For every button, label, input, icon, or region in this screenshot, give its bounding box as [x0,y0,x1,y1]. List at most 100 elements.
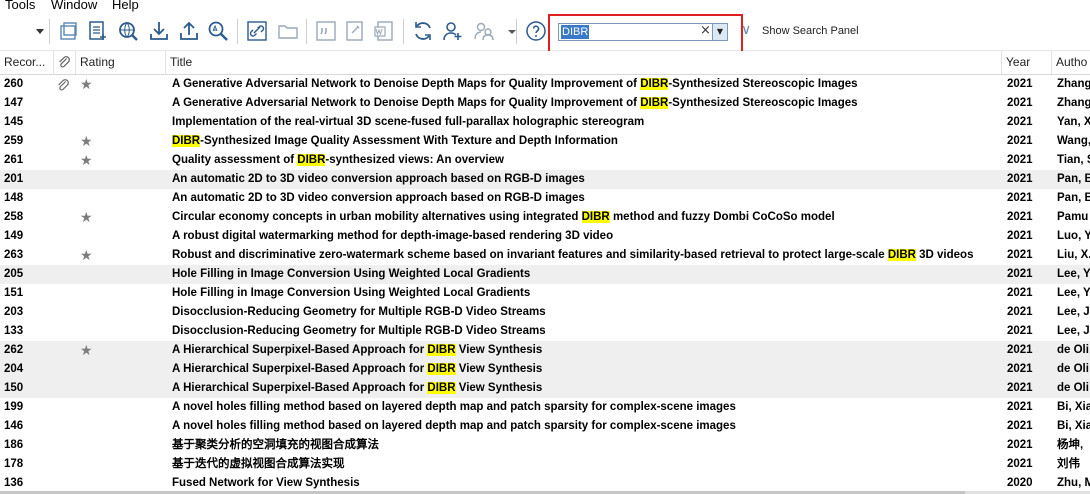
reference-row[interactable]: 205 Hole Filling in Image Conversion Usin… [0,265,1090,284]
quick-search-box[interactable]: DIBR × ▼ [558,23,728,41]
reference-author: Bi, Xia [1057,420,1090,432]
menu-tools[interactable]: Tools [5,0,35,12]
search-term-highlight: DIBR [297,154,326,166]
reference-year: 2021 [1007,116,1033,128]
rating-star-icon[interactable]: ★ [80,75,100,94]
column-header-title[interactable]: Title [166,51,1002,74]
reference-row[interactable]: 145 Implementation of the real-virtual 3D… [0,113,1090,132]
share-library-icon[interactable] [472,19,496,43]
record-number: 178 [4,458,24,470]
online-search-icon[interactable] [116,19,140,43]
reference-title: An automatic 2D to 3D video conversion a… [172,192,585,204]
column-header-year[interactable]: Year [1002,51,1052,74]
rating-star-icon[interactable]: ★ [80,132,100,151]
search-term-highlight: DIBR [640,78,669,90]
insert-citation-icon[interactable] [314,19,338,43]
reference-row[interactable]: 259 ★ DIBR-Synthesized Image Quality Asses… [0,132,1090,151]
reference-title: Disocclusion-Reducing Geometry for Multi… [172,325,546,337]
paperclip-icon [59,56,70,68]
reference-title: Hole Filling in Image Conversion Using W… [172,268,531,280]
reference-row[interactable]: 204 A Hierarchical Superpixel-Based Appro… [0,360,1090,379]
sync-icon[interactable] [411,19,435,43]
reference-row[interactable]: 133 Disocclusion-Reducing Geometry for Mu… [0,322,1090,341]
search-term-highlight: DIBR [887,249,916,261]
reference-row[interactable]: 199 A novel holes filling method based on… [0,398,1090,417]
column-header-author[interactable]: Autho [1052,51,1090,74]
reference-row[interactable]: 151 Hole Filling in Image Conversion Usin… [0,284,1090,303]
reference-row[interactable]: 201 An automatic 2D to 3D video conversio… [0,170,1090,189]
reference-title: Disocclusion-Reducing Geometry for Multi… [172,306,546,318]
reference-row[interactable]: 203 Disocclusion-Reducing Geometry for Mu… [0,303,1090,322]
record-number: 262 [4,344,24,356]
rating-star-icon[interactable]: ★ [80,208,100,227]
groups-icon[interactable] [56,19,80,43]
reference-author: Pamu [1057,211,1089,223]
toolbar-separator [516,19,517,44]
column-header-attachment[interactable] [54,51,76,74]
reference-row[interactable]: 178 基于迭代的虚拟视图合成算法实现 2021 刘伟 [0,455,1090,474]
reference-row[interactable]: 147 A Generative Adversarial Network to D… [0,94,1090,113]
reference-author: Lee, J [1057,306,1090,318]
rating-star-icon[interactable]: ★ [80,151,100,170]
reference-row[interactable]: 258 ★ Circular economy concepts in urban m… [0,208,1090,227]
export-icon[interactable] [177,19,201,43]
reference-title: A Generative Adversarial Network to Deno… [172,97,858,109]
reference-row[interactable]: 148 An automatic 2D to 3D video conversio… [0,189,1090,208]
record-number: 260 [4,78,24,90]
attachment-icon[interactable] [56,75,74,94]
reference-title: 基于聚类分析的空洞填充的视图合成算法 [172,439,379,451]
open-file-folder-icon[interactable] [276,19,300,43]
reference-row[interactable]: 149 A robust digital watermarking method … [0,227,1090,246]
reference-row[interactable]: 146 A novel holes filling method based on… [0,417,1090,436]
open-link-icon[interactable] [245,19,269,43]
reference-row[interactable]: 260 ★ A Generative Adversarial Network to … [0,75,1090,94]
record-number: 261 [4,154,24,166]
column-header-rating[interactable]: Rating [76,51,166,74]
format-paper-icon[interactable] [343,19,367,43]
clear-search-icon[interactable]: × [700,23,711,38]
reference-row[interactable]: 261 ★ Quality assessment of DIBR-synthesiz… [0,151,1090,170]
show-search-panel-label: Show Search Panel [762,25,859,37]
reference-author: 刘伟 [1057,458,1080,470]
help-icon[interactable] [524,19,548,43]
share-group-icon[interactable] [441,19,465,43]
reference-row[interactable]: 262 ★ A Hierarchical Superpixel-Based Appr… [0,341,1090,360]
record-number: 133 [4,325,24,337]
record-number: 147 [4,97,24,109]
reference-title: Quality assessment of DIBR-synthesized v… [172,154,504,166]
toolbar-separator [306,19,307,44]
find-full-text-icon[interactable] [206,19,230,43]
import-icon[interactable] [147,19,171,43]
menu-help[interactable]: Help [112,0,139,12]
reference-author: Lee, Y [1057,268,1090,280]
search-term-highlight: DIBR [581,211,610,223]
reference-title: Hole Filling in Image Conversion Using W… [172,287,531,299]
reference-year: 2021 [1007,458,1033,470]
menu-window[interactable]: Window [51,0,97,12]
rating-star-icon[interactable]: ★ [80,246,100,265]
share-dropdown-arrow-icon[interactable] [500,19,516,43]
record-number: 146 [4,420,24,432]
reference-author: Lee, J [1057,325,1090,337]
reference-list: 260 ★ A Generative Adversarial Network to … [0,75,1090,493]
search-term-highlight: DIBR [427,363,456,375]
search-input[interactable]: DIBR [561,25,590,39]
record-number: 148 [4,192,24,204]
search-dropdown-icon[interactable]: ▼ [712,24,727,40]
style-dropdown-arrow-icon[interactable] [28,19,44,43]
reference-title: A robust digital watermarking method for… [172,230,614,242]
column-header-record[interactable]: Recor... [0,51,54,74]
reference-title: A Hierarchical Superpixel-Based Approach… [172,363,543,375]
reference-year: 2021 [1007,268,1033,280]
reference-row[interactable]: 263 ★ Robust and discriminative zero-water… [0,246,1090,265]
reference-year: 2021 [1007,249,1033,261]
search-term-highlight: DIBR [172,135,201,147]
word-document-icon[interactable] [373,19,397,43]
reference-year: 2021 [1007,306,1033,318]
rating-star-icon[interactable]: ★ [80,341,100,360]
record-number: 263 [4,249,24,261]
new-reference-icon[interactable] [86,19,110,43]
reference-row[interactable]: 150 A Hierarchical Superpixel-Based Appro… [0,379,1090,398]
reference-author: Liu, X. [1057,249,1090,261]
reference-row[interactable]: 186 基于聚类分析的空洞填充的视图合成算法 2021 杨坤, [0,436,1090,455]
